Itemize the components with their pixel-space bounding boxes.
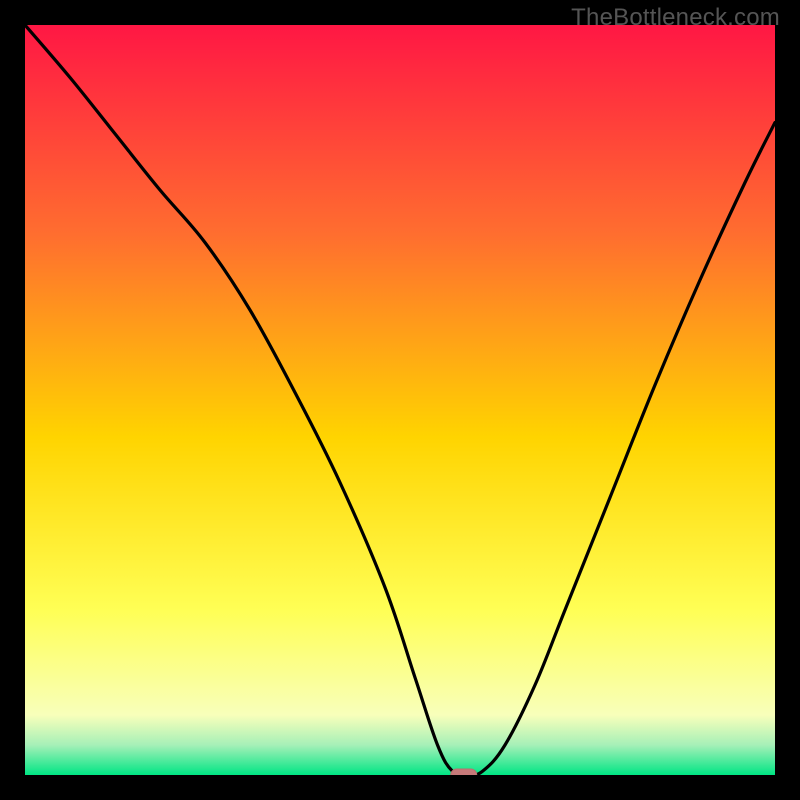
optimal-marker [451, 769, 477, 775]
chart-frame: TheBottleneck.com [0, 0, 800, 800]
plot-area [25, 25, 775, 775]
gradient-background [25, 25, 775, 775]
bottleneck-chart [25, 25, 775, 775]
